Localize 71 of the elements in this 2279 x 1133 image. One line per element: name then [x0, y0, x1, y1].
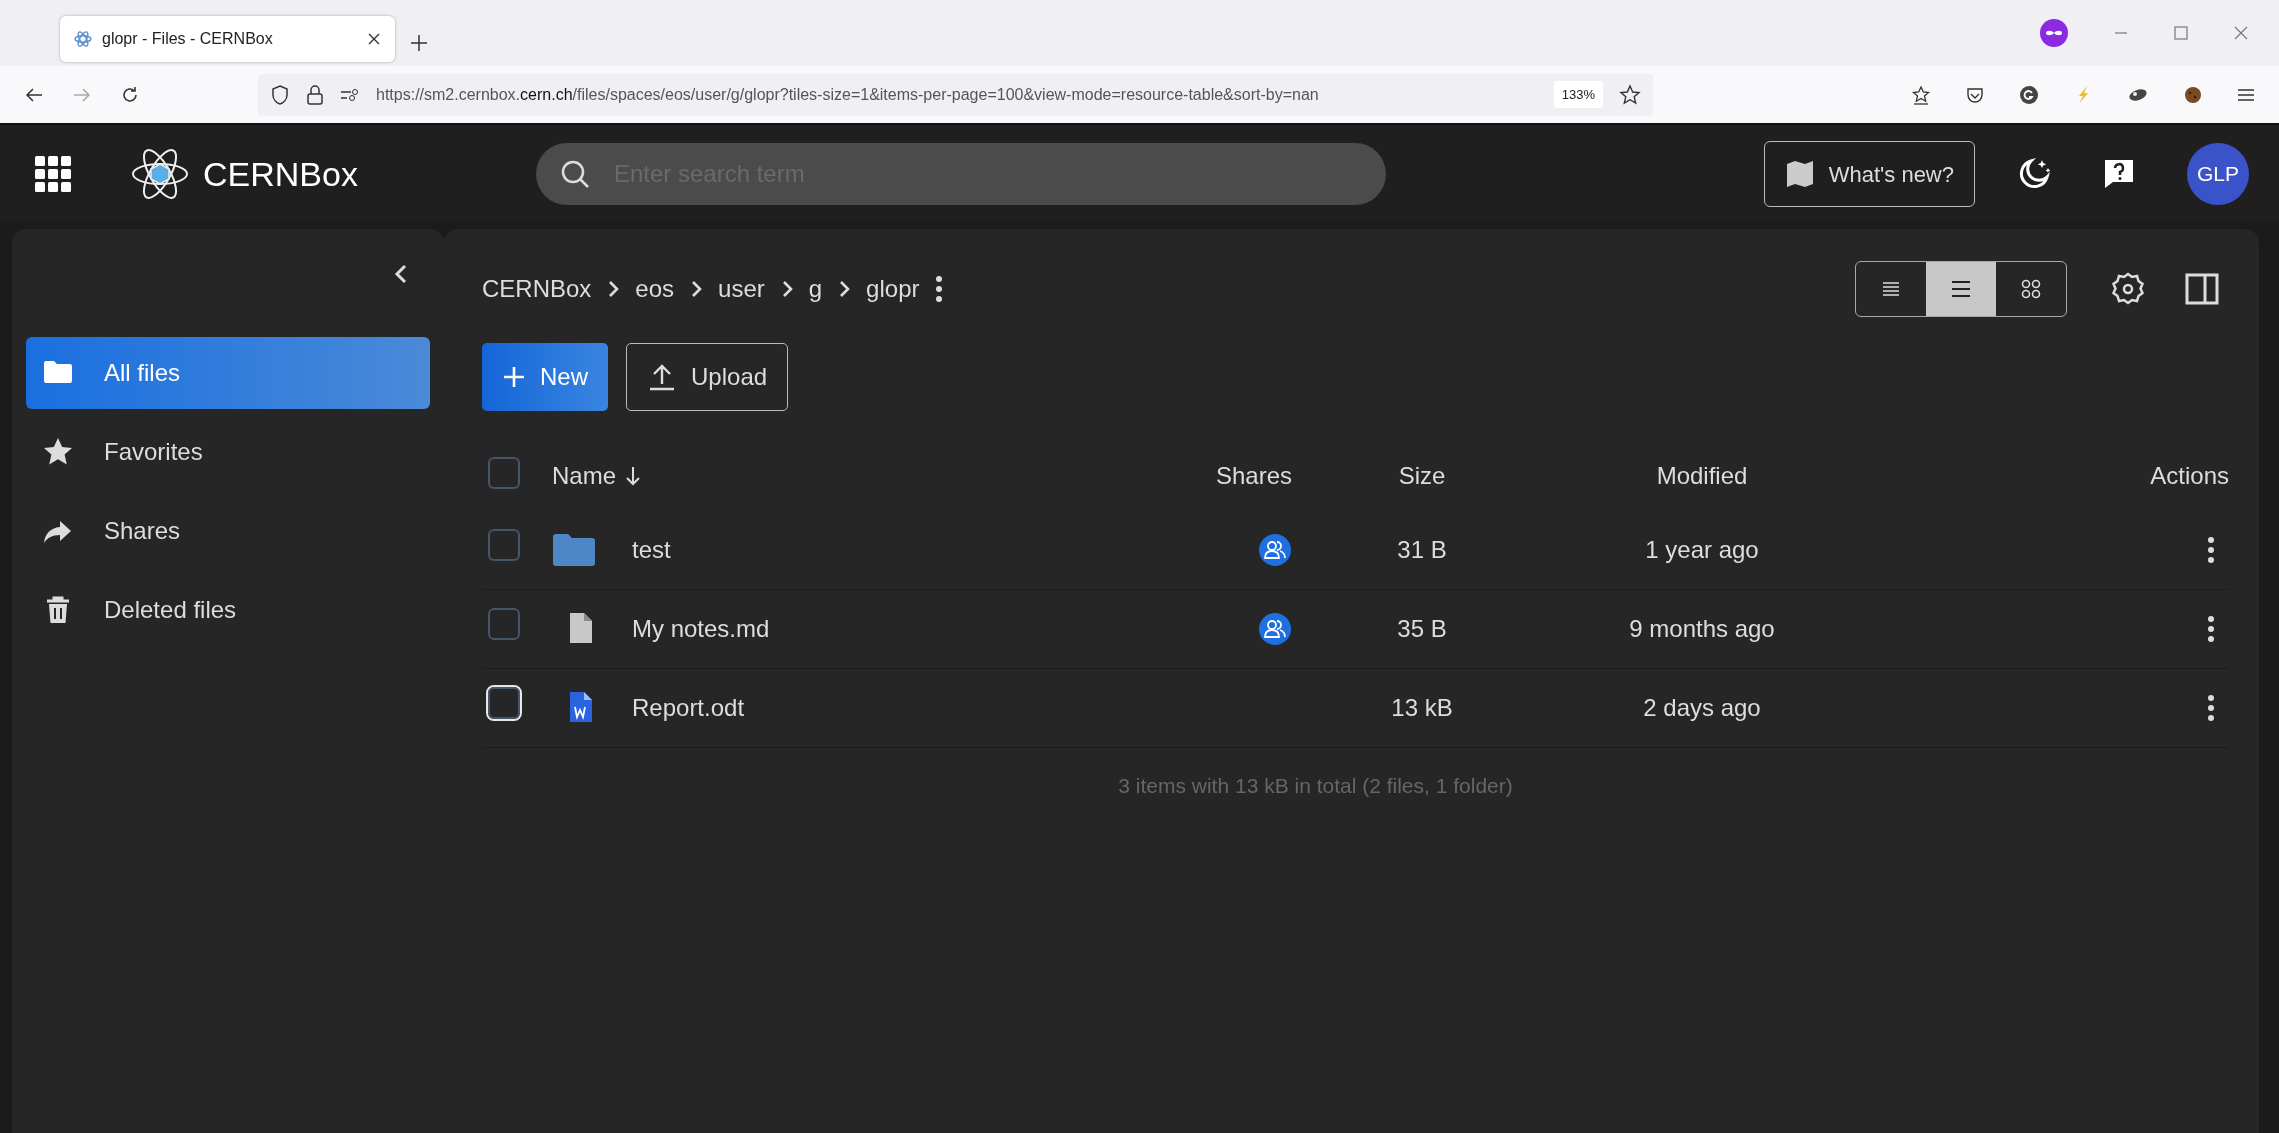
- help-icon[interactable]: [2103, 158, 2135, 190]
- more-vertical-icon[interactable]: [935, 274, 944, 304]
- shield-icon: [270, 83, 290, 106]
- map-icon: [1784, 159, 1815, 189]
- breadcrumb-link[interactable]: eos: [635, 271, 675, 307]
- reload-icon[interactable]: [120, 84, 140, 105]
- chevron-right-icon: [838, 279, 851, 299]
- more-vertical-icon[interactable]: [2207, 535, 2215, 565]
- collapse-chevron-icon[interactable]: [394, 263, 408, 285]
- user-avatar[interactable]: GLP: [2187, 143, 2249, 205]
- view-mode-button[interactable]: [1926, 262, 1996, 316]
- chevron-right-icon: [690, 279, 703, 299]
- breadcrumb-link[interactable]: glopr: [866, 271, 920, 307]
- modified-text: 1 year ago: [1645, 536, 1759, 563]
- size-text: 13 kB: [1391, 694, 1453, 721]
- sidebar-item[interactable]: Deleted files: [26, 574, 430, 646]
- sort-arrow-icon[interactable]: [624, 465, 643, 487]
- breadcrumb-link[interactable]: CERNBox: [482, 271, 592, 307]
- upload-icon: [647, 362, 677, 392]
- column-header[interactable]: Modified: [1656, 462, 1748, 489]
- summary-text: 3 items with 13 kB in total (2 files, 1 folder): [1118, 774, 1513, 797]
- app-grid-icon[interactable]: [35, 156, 71, 192]
- side-panel-icon[interactable]: [2185, 272, 2219, 306]
- modified-text: 9 months ago: [1629, 615, 1775, 642]
- zoom-level[interactable]: 133%: [1553, 80, 1603, 109]
- lock-icon: [306, 83, 324, 106]
- new-button[interactable]: New: [482, 343, 608, 411]
- address-url[interactable]: https://sm2.cernbox.cern.ch/files/spaces/eos/user/g/glopr?tiles-size=1&items-per-page=100&view-mode=resource-table&sort-by=nan: [376, 82, 1538, 107]
- search-icon[interactable]: [559, 159, 590, 189]
- more-vertical-icon[interactable]: [2207, 693, 2215, 723]
- row-checkbox[interactable]: [488, 529, 520, 561]
- view-mode-switch[interactable]: [1855, 261, 2067, 317]
- file-name-link[interactable]: test: [632, 532, 671, 568]
- extension-g-icon[interactable]: [2019, 84, 2039, 105]
- size-text: 35 B: [1397, 615, 1447, 642]
- modified-text: 2 days ago: [1643, 694, 1761, 721]
- chevron-right-icon: [607, 279, 620, 299]
- file-name-link[interactable]: Report.odt: [632, 690, 745, 726]
- column-header[interactable]: Size: [1398, 462, 1446, 489]
- whats-new-button[interactable]: What's new?: [1763, 141, 1975, 207]
- menu-icon[interactable]: [2237, 86, 2255, 103]
- logo-text: CERNBox: [203, 153, 358, 195]
- size-text: 31 B: [1397, 536, 1447, 563]
- select-all-checkbox[interactable]: [488, 456, 520, 489]
- tab-title: glopr - Files - CERNBox: [102, 29, 274, 49]
- column-header[interactable]: Name: [552, 458, 617, 494]
- star-icon[interactable]: [1619, 83, 1641, 106]
- permissions-icon[interactable]: [340, 86, 360, 103]
- atom-icon: [74, 30, 92, 48]
- bookmark-star-icon[interactable]: [1911, 84, 1931, 105]
- sidebar-item[interactable]: Shares: [26, 495, 430, 567]
- mask-icon[interactable]: [2039, 18, 2069, 48]
- settings-icon[interactable]: [2111, 272, 2145, 306]
- column-header[interactable]: Shares: [1215, 462, 1292, 489]
- file-name-link[interactable]: My notes.md: [632, 611, 770, 647]
- column-header: Actions: [2150, 462, 2229, 489]
- chevron-right-icon: [780, 279, 793, 299]
- plus-icon: [502, 365, 526, 389]
- people-icon[interactable]: [1258, 612, 1292, 646]
- people-icon[interactable]: [1258, 533, 1292, 567]
- sidebar-item[interactable]: Favorites: [26, 416, 430, 488]
- browser-tab[interactable]: glopr - Files - CERNBox: [60, 16, 395, 62]
- more-vertical-icon[interactable]: [2207, 614, 2215, 644]
- sidebar-item[interactable]: All files: [26, 337, 430, 409]
- moon-icon[interactable]: [2017, 157, 2051, 191]
- close-icon[interactable]: [367, 32, 381, 46]
- row-checkbox[interactable]: [488, 608, 520, 640]
- breadcrumb-link[interactable]: g: [808, 271, 823, 307]
- cookie-icon[interactable]: [2183, 84, 2203, 105]
- breadcrumb-link[interactable]: user: [718, 271, 765, 307]
- upload-button[interactable]: Upload: [626, 343, 789, 411]
